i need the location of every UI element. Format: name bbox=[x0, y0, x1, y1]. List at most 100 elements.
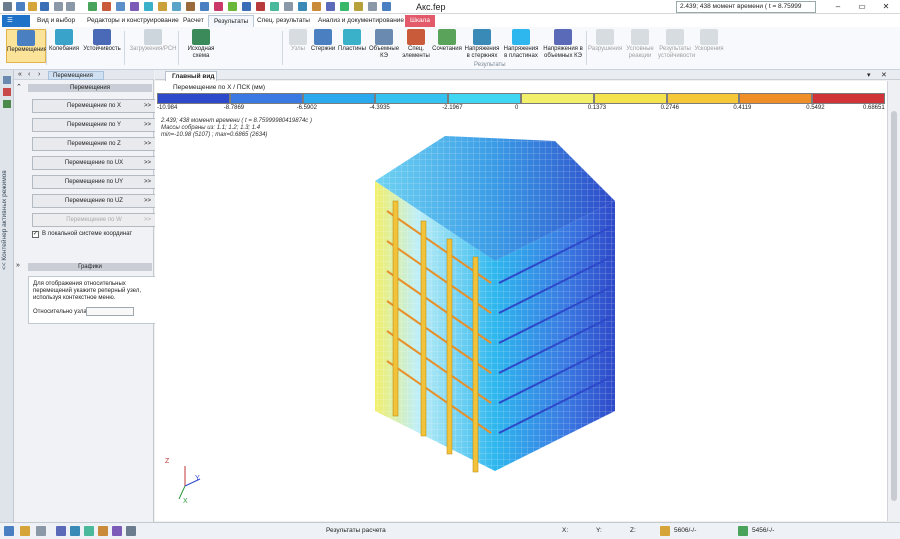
tool-icon[interactable] bbox=[200, 2, 209, 11]
tool-icon[interactable] bbox=[116, 2, 125, 11]
displacement-button[interactable]: Перемещение по UY >> bbox=[32, 175, 156, 189]
tool-icon[interactable] bbox=[130, 2, 139, 11]
tool-icon[interactable] bbox=[368, 2, 377, 11]
ribbon-button-label: Загружения/РСН bbox=[129, 46, 177, 52]
status-tool-icon[interactable] bbox=[70, 526, 80, 536]
ribbon-button[interactable]: Загружения/РСН bbox=[128, 29, 178, 63]
status-tool-icon[interactable] bbox=[112, 526, 122, 536]
local-cs-checkbox[interactable]: ✓ bbox=[32, 231, 39, 238]
tool-icon[interactable] bbox=[326, 2, 335, 11]
minimize-button[interactable]: – bbox=[828, 1, 848, 13]
new-icon[interactable] bbox=[16, 2, 25, 11]
ribbon-button-label: Перемещения bbox=[7, 47, 47, 53]
status-tool-icon[interactable] bbox=[98, 526, 108, 536]
displacement-button[interactable]: Перемещение по W >> bbox=[32, 213, 156, 227]
tab-calc[interactable]: Расчет bbox=[178, 15, 209, 27]
undo-icon[interactable] bbox=[54, 2, 63, 11]
view-scrollbar[interactable] bbox=[887, 81, 900, 521]
ribbon-button[interactable]: Стержни bbox=[310, 29, 336, 63]
displacement-button[interactable]: Перемещение по Y >> bbox=[32, 118, 156, 132]
displacement-button[interactable]: Перемещение по X >> bbox=[32, 99, 156, 113]
tab-scale[interactable]: Шкала bbox=[405, 15, 435, 27]
tool-icon[interactable] bbox=[298, 2, 307, 11]
tool-icon[interactable] bbox=[340, 2, 349, 11]
panel-tab[interactable]: Перемещения bbox=[48, 71, 104, 80]
save-icon[interactable] bbox=[40, 2, 49, 11]
status-tool-icon[interactable] bbox=[20, 526, 30, 536]
tool-icon[interactable] bbox=[354, 2, 363, 11]
tab-results[interactable]: Результаты bbox=[208, 15, 255, 27]
tool-icon[interactable] bbox=[102, 2, 111, 11]
relative-node-input[interactable] bbox=[86, 307, 134, 316]
ribbon-button[interactable]: Результаты устойчивости bbox=[658, 29, 695, 63]
tab-main-view[interactable]: Главный вид bbox=[165, 71, 217, 81]
tab-view[interactable]: Вид и выбор bbox=[32, 15, 80, 27]
active-modes-container[interactable]: << Контейнер активных режимов bbox=[0, 70, 14, 522]
status-tool-icon[interactable] bbox=[84, 526, 94, 536]
tool-icon[interactable] bbox=[270, 2, 279, 11]
section-header-displacements[interactable]: Перемещения bbox=[28, 84, 152, 92]
tool-icon[interactable] bbox=[214, 2, 223, 11]
close-button[interactable]: ✕ bbox=[876, 1, 896, 13]
ribbon-button[interactable]: Узлы bbox=[288, 29, 308, 63]
tab-analysis[interactable]: Анализ и документирование bbox=[313, 15, 409, 27]
tab-editors[interactable]: Редакторы и конструирование bbox=[82, 15, 184, 27]
tool-icon[interactable] bbox=[172, 2, 181, 11]
tool-icon[interactable] bbox=[256, 2, 265, 11]
displacement-button[interactable]: Перемещение по UZ >> bbox=[32, 194, 156, 208]
redo-icon[interactable] bbox=[66, 2, 75, 11]
status-tool-icon[interactable] bbox=[126, 526, 136, 536]
restore-button[interactable]: ▭ bbox=[852, 1, 872, 13]
status-tool-icon[interactable] bbox=[4, 526, 14, 536]
displacement-button[interactable]: Перемещение по UX >> bbox=[32, 156, 156, 170]
main-viewport[interactable]: Z Y X bbox=[155, 81, 887, 521]
tool-icon[interactable] bbox=[186, 2, 195, 11]
status-tool-icon[interactable] bbox=[56, 526, 66, 536]
ribbon-button[interactable]: Объемные КЭ bbox=[368, 29, 400, 63]
nodes-icon[interactable] bbox=[3, 100, 11, 108]
time-moment-select[interactable]: 2.439; 438 момент времени ( t = 8.75999 bbox=[676, 1, 816, 13]
status-tool-icon[interactable] bbox=[36, 526, 46, 536]
view-close-icon[interactable]: ✕ bbox=[881, 71, 887, 79]
tool-icon[interactable] bbox=[88, 2, 97, 11]
tool-icon[interactable] bbox=[158, 2, 167, 11]
ribbon-button[interactable]: Устойчивость bbox=[82, 29, 122, 63]
section-header-graphs[interactable]: Графики bbox=[28, 263, 152, 271]
ribbon-button-label: Напряжения в стержнях bbox=[464, 46, 500, 59]
tool-icon[interactable] bbox=[312, 2, 321, 11]
ribbon-button[interactable]: Перемещения bbox=[6, 29, 47, 63]
grid-icon[interactable] bbox=[3, 76, 11, 84]
displacement-button[interactable]: Перемещение по Z >> bbox=[32, 137, 156, 151]
ribbon-button[interactable]: Напряжения в объемных КЭ bbox=[542, 29, 584, 63]
ribbon-button[interactable]: Пластины bbox=[338, 29, 366, 63]
expand-icon[interactable]: › bbox=[38, 71, 40, 78]
file-tab[interactable]: ☰ bbox=[2, 15, 30, 27]
tab-spec-results[interactable]: Спец. результаты bbox=[252, 15, 315, 27]
ribbon-button[interactable]: Колебания bbox=[48, 29, 80, 63]
ribbon-button[interactable]: Напряжения в стержнях bbox=[464, 29, 500, 63]
graphs-collapse-icon[interactable]: » bbox=[16, 262, 20, 269]
ribbon-button[interactable]: Условные реакции bbox=[624, 29, 656, 63]
view-menu-icon[interactable]: ▾ bbox=[867, 71, 871, 79]
collapse-icon[interactable]: « bbox=[18, 71, 22, 78]
section-collapse-icon[interactable]: ⌃ bbox=[16, 83, 22, 91]
tool-icon[interactable] bbox=[242, 2, 251, 11]
ribbon-button-label: Стержни bbox=[310, 46, 336, 52]
tool-icon[interactable] bbox=[382, 2, 391, 11]
ribbon-button-label: Разрушения bbox=[588, 46, 623, 52]
volume-stress-icon bbox=[554, 29, 572, 45]
model-canvas[interactable] bbox=[155, 81, 887, 521]
tool-icon[interactable] bbox=[284, 2, 293, 11]
ribbon-button[interactable]: Исходная схема bbox=[182, 29, 220, 63]
tool-icon[interactable] bbox=[228, 2, 237, 11]
ribbon-button[interactable]: Разрушения bbox=[588, 29, 622, 63]
axes-icon[interactable] bbox=[3, 88, 11, 96]
open-icon[interactable] bbox=[28, 2, 37, 11]
ribbon-button[interactable]: Напряжения в пластинах bbox=[502, 29, 540, 63]
ribbon-button[interactable]: Ускорения bbox=[694, 29, 724, 63]
ribbon-button[interactable]: Спец. элементы bbox=[402, 29, 430, 63]
tool-icon[interactable] bbox=[144, 2, 153, 11]
pin-icon[interactable]: ‹ bbox=[28, 71, 30, 78]
ribbon-button-label: Напряжения в пластинах bbox=[503, 46, 539, 59]
ribbon-button[interactable]: Сочетания bbox=[432, 29, 462, 63]
